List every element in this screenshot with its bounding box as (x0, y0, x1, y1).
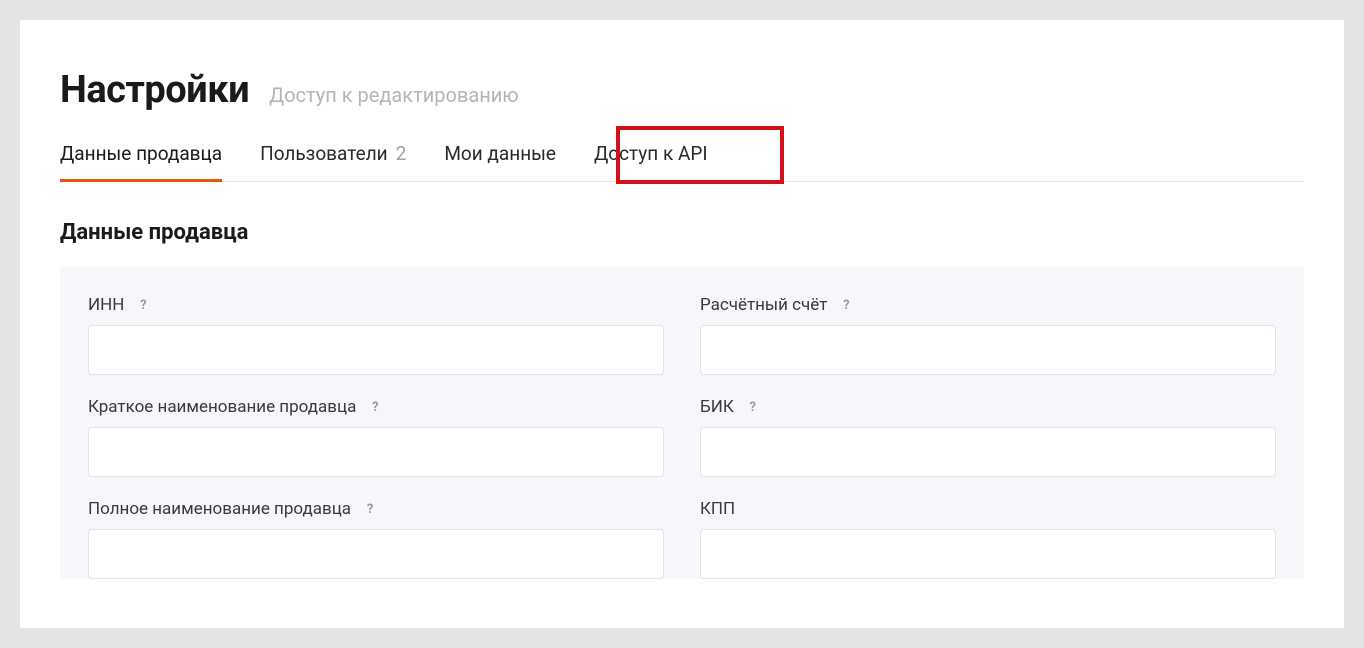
tabs-bar: Данные продавца Пользователи 2 Мои данны… (60, 142, 1304, 182)
tab-label: Пользователи (260, 142, 388, 165)
label-text: Расчётный счёт (700, 295, 827, 315)
tab-my-data[interactable]: Мои данные (444, 142, 556, 181)
help-icon[interactable]: ? (837, 296, 855, 314)
inn-input[interactable] (88, 325, 664, 375)
label-text: ИНН (88, 295, 124, 315)
label-text: КПП (700, 499, 735, 519)
bik-input[interactable] (700, 427, 1276, 477)
label-text: БИК (700, 397, 734, 417)
label-text: Полное наименование продавца (88, 499, 351, 519)
tab-label: Доступ к API (594, 142, 708, 165)
help-icon[interactable]: ? (134, 296, 152, 314)
page-title: Настройки (60, 68, 249, 112)
field-account: Расчётный счёт ? (700, 295, 1276, 375)
field-bik: БИК ? (700, 397, 1276, 477)
tab-users[interactable]: Пользователи 2 (260, 142, 406, 181)
field-label: Полное наименование продавца ? (88, 499, 664, 519)
tab-label: Данные продавца (60, 142, 222, 165)
page-container: Настройки Доступ к редактированию Данные… (20, 20, 1344, 628)
field-label: Расчётный счёт ? (700, 295, 1276, 315)
tab-label: Мои данные (444, 142, 556, 165)
help-icon[interactable]: ? (744, 398, 762, 416)
seller-form-panel: ИНН ? Расчётный счёт ? Краткое наименова… (60, 267, 1304, 579)
field-full-name: Полное наименование продавца ? (88, 499, 664, 579)
tab-api-access[interactable]: Доступ к API (594, 142, 708, 181)
field-label: Краткое наименование продавца ? (88, 397, 664, 417)
field-inn: ИНН ? (88, 295, 664, 375)
short-name-input[interactable] (88, 427, 664, 477)
page-subtitle: Доступ к редактированию (269, 83, 519, 107)
help-icon[interactable]: ? (366, 398, 384, 416)
section-title: Данные продавца (60, 220, 1304, 245)
tab-seller-data[interactable]: Данные продавца (60, 142, 222, 181)
page-header: Настройки Доступ к редактированию (20, 20, 1344, 112)
full-name-input[interactable] (88, 529, 664, 579)
help-icon[interactable]: ? (361, 500, 379, 518)
field-label: ИНН ? (88, 295, 664, 315)
tab-count: 2 (396, 142, 407, 165)
account-input[interactable] (700, 325, 1276, 375)
field-label: КПП (700, 499, 1276, 519)
field-short-name: Краткое наименование продавца ? (88, 397, 664, 477)
kpp-input[interactable] (700, 529, 1276, 579)
field-label: БИК ? (700, 397, 1276, 417)
field-kpp: КПП (700, 499, 1276, 579)
label-text: Краткое наименование продавца (88, 397, 356, 417)
